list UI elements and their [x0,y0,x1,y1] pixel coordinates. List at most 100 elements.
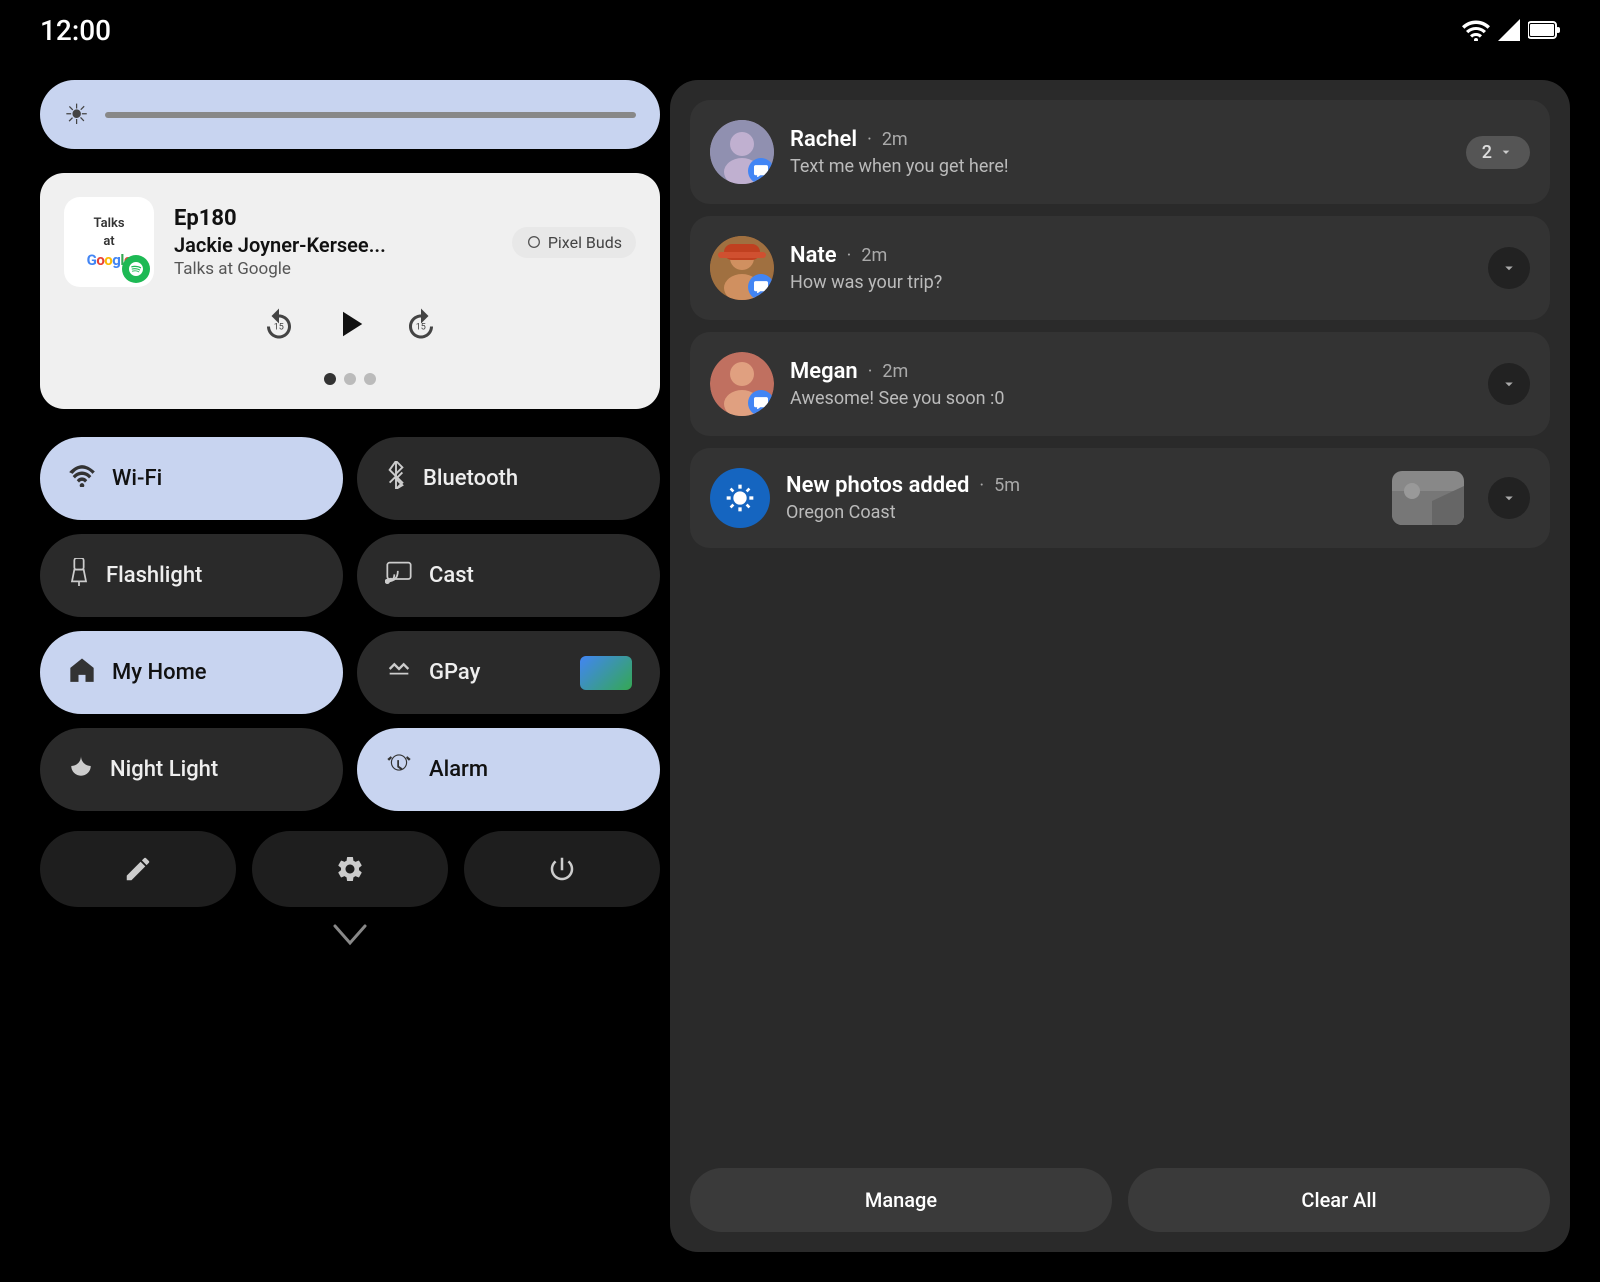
notif-time-nate: 2m [861,245,887,266]
notif-name-megan: Megan [790,359,858,384]
clear-all-label: Clear All [1301,1188,1376,1212]
dot-2 [344,373,356,385]
photos-app-icon [710,468,770,528]
notif-dot-photos: · [979,475,984,496]
nightlight-icon [68,753,94,786]
home-icon [68,656,96,689]
notification-megan[interactable]: Megan · 2m Awesome! See you soon :0 [690,332,1550,436]
notif-text-megan: Awesome! See you soon :0 [790,388,1472,409]
alarm-label: Alarm [429,757,488,782]
notif-name-nate: Nate [790,243,837,268]
clear-all-button[interactable]: Clear All [1128,1168,1550,1232]
notif-header-megan: Megan · 2m [790,359,1472,384]
avatar-rachel [710,120,774,184]
notif-text-photos: Oregon Coast [786,502,1376,523]
gpay-toggle[interactable]: GPay [357,631,660,714]
notif-dot-megan: · [868,361,873,382]
brightness-slider-row[interactable]: ☀ [40,80,660,149]
google-g: G [87,251,97,269]
notif-text-rachel: Text me when you get here! [790,156,1450,177]
notif-time-val-rachel: 2m [882,129,908,150]
wifi-status-icon [1462,19,1490,41]
media-info: Ep180 Jackie Joyner-Kersee... Talks at G… [174,206,492,279]
pixel-buds-label: Pixel Buds [548,233,622,252]
message-badge-nate [748,274,774,300]
notif-time-rachel: · [867,129,872,150]
wifi-label: Wi-Fi [112,466,162,491]
media-thumbnail: Talksat Google [64,197,154,287]
settings-button[interactable] [252,831,448,907]
left-panel: ☀ Talksat Google Ep180 Jackie Joyner-Ker… [40,80,660,1242]
cast-icon [385,560,413,591]
status-icons [1462,19,1560,41]
media-title: Jackie Joyner-Kersee... [174,233,492,257]
avatar-megan [710,352,774,416]
cast-label: Cast [429,563,474,588]
status-time: 12:00 [40,14,111,47]
nightlight-label: Night Light [110,757,218,782]
avatar-nate [710,236,774,300]
media-episode: Ep180 [174,206,492,231]
forward-button[interactable]: 15 [403,307,439,349]
wifi-toggle[interactable]: Wi-Fi [40,437,343,520]
bluetooth-toggle[interactable]: Bluetooth [357,437,660,520]
signal-status-icon [1498,19,1520,41]
edit-button[interactable] [40,831,236,907]
notif-text-nate: How was your trip? [790,272,1472,293]
photos-icon-wrap [710,468,770,528]
bluetooth-label: Bluetooth [423,466,518,491]
photos-thumbnail [1392,471,1464,525]
spotify-badge [122,255,150,283]
myhome-label: My Home [112,660,207,685]
notif-name-photos: New photos added [786,473,969,498]
media-card[interactable]: Talksat Google Ep180 Jackie Joyner-Kerse… [40,173,660,409]
manage-button[interactable]: Manage [690,1168,1112,1232]
notification-rachel[interactable]: Rachel · 2m Text me when you get here! 2 [690,100,1550,204]
flashlight-label: Flashlight [106,563,202,588]
pixel-buds-badge: Pixel Buds [512,227,636,258]
notifications-panel: Rachel · 2m Text me when you get here! 2 [670,80,1570,1252]
cast-toggle[interactable]: Cast [357,534,660,617]
nightlight-toggle[interactable]: Night Light [40,728,343,811]
brightness-track[interactable] [105,112,636,118]
dot-3 [364,373,376,385]
gpay-icon [385,655,413,690]
expand-photos[interactable] [1488,477,1530,519]
notif-content-rachel: Rachel · 2m Text me when you get here! [790,127,1450,177]
myhome-toggle[interactable]: My Home [40,631,343,714]
bluetooth-icon [385,461,407,496]
message-badge-megan [748,390,774,416]
count-value-rachel: 2 [1482,142,1492,163]
notif-content-nate: Nate · 2m How was your trip? [790,243,1472,293]
notif-header-photos: New photos added · 5m [786,473,1376,498]
play-button[interactable] [329,303,371,353]
notification-photos[interactable]: New photos added · 5m Oregon Coast [690,448,1550,548]
message-badge-rachel [748,158,774,184]
notification-nate[interactable]: Nate · 2m How was your trip? [690,216,1550,320]
notif-content-photos: New photos added · 5m Oregon Coast [786,473,1376,523]
alarm-toggle[interactable]: Alarm [357,728,660,811]
flashlight-icon [68,558,90,593]
notif-dot-nate: · [847,245,852,266]
status-bar: 12:00 [0,0,1600,60]
bottom-actions [40,831,660,907]
media-controls: 15 15 [64,303,636,353]
notif-name-rachel: Rachel [790,127,857,152]
gpay-card-icon [580,656,632,690]
svg-text:15: 15 [416,323,426,333]
collapse-chevron[interactable] [40,923,660,947]
expand-megan[interactable] [1488,363,1530,405]
count-badge-rachel[interactable]: 2 [1466,136,1530,169]
quick-toggles-grid: Wi-Fi Bluetooth Flashlight [40,437,660,811]
wifi-icon [68,463,96,494]
notif-content-megan: Megan · 2m Awesome! See you soon :0 [790,359,1472,409]
rewind-button[interactable]: 15 [261,307,297,349]
expand-nate[interactable] [1488,247,1530,289]
flashlight-toggle[interactable]: Flashlight [40,534,343,617]
manage-label: Manage [865,1188,937,1212]
power-button[interactable] [464,831,660,907]
media-subtitle: Talks at Google [174,259,492,279]
notif-time-megan: 2m [882,361,908,382]
brightness-icon: ☀ [64,98,89,131]
notif-time-photos: 5m [994,475,1020,496]
